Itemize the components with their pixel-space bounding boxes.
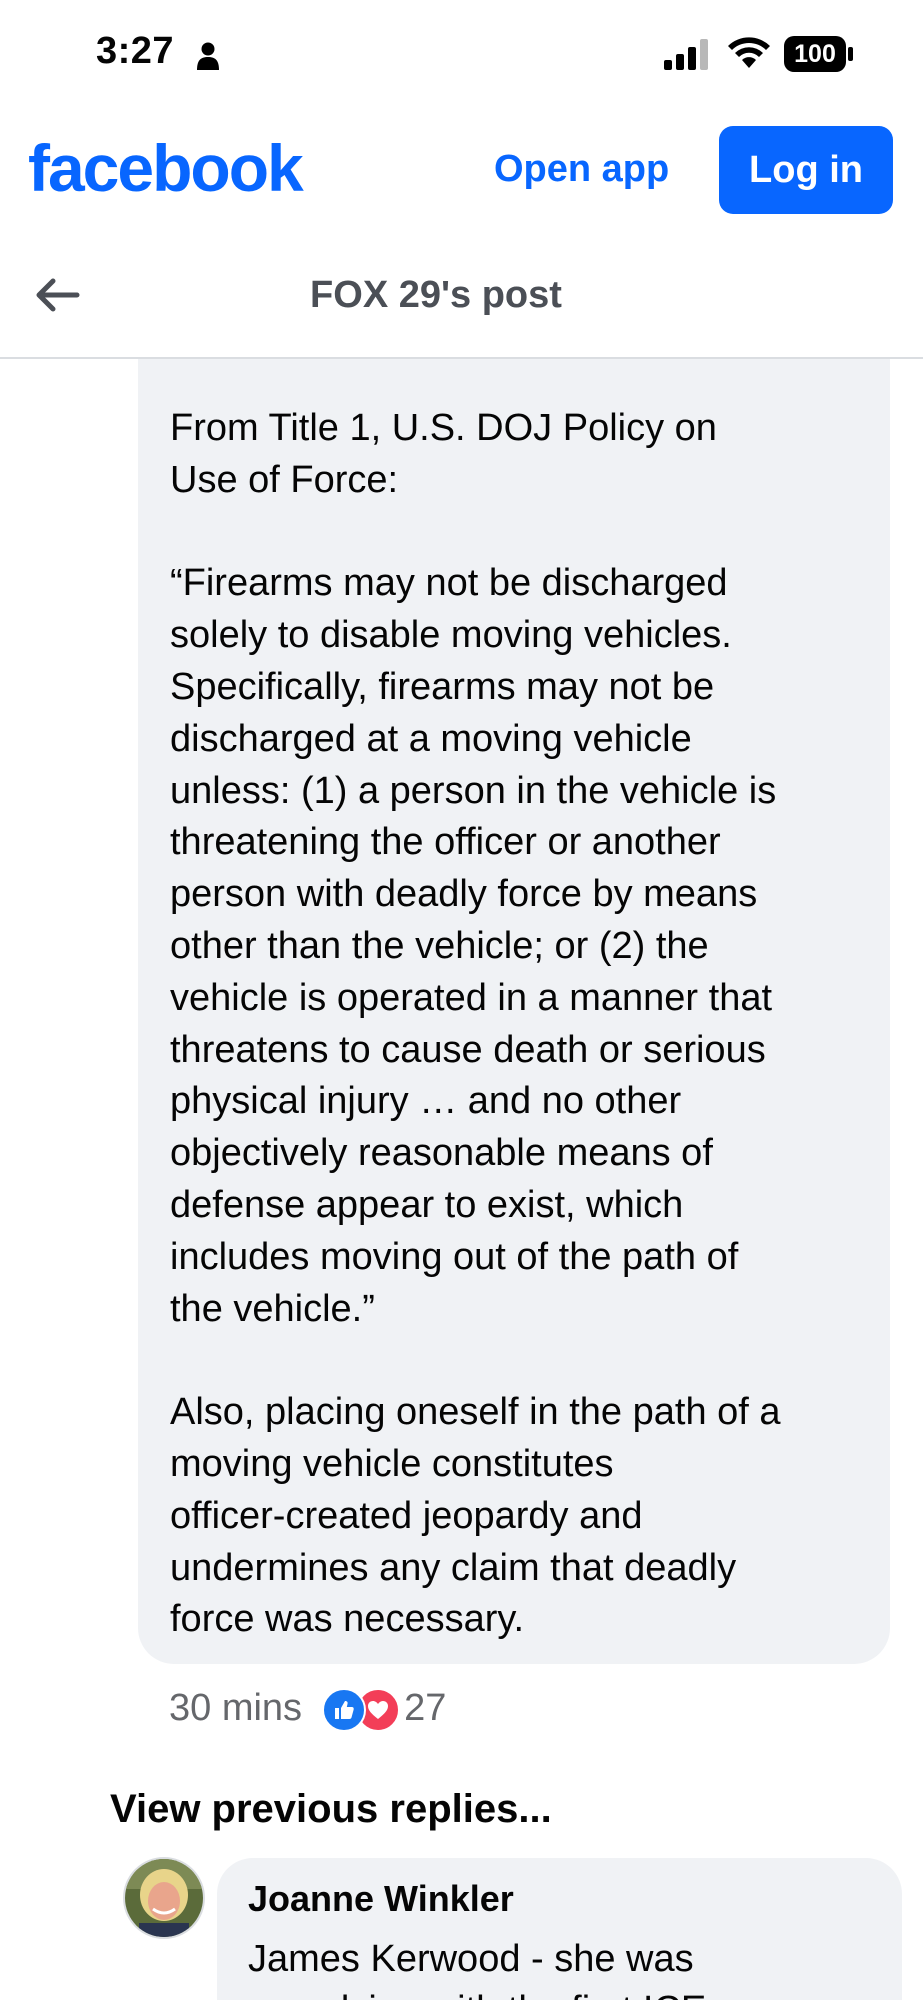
reply-text: James Kerwood - she was complying with t… [248,1934,878,2000]
open-app-link[interactable]: Open app [494,148,669,191]
status-bar: 3:27 100 [0,0,923,110]
reply-author[interactable]: Joanne Winkler [248,1878,514,1920]
comments-section: From Title 1, U.S. DOJ Policy on Use of … [0,359,923,2000]
reply-text-content: James Kerwood - she was complying with t… [248,1938,706,2000]
signal-icon [664,39,708,70]
status-time: 3:27 [96,30,175,72]
post-nav-bar: FOX 29's post [0,230,923,359]
comment-meta: 30 mins 27 [169,1683,446,1733]
screen: 3:27 100 facebook Open app Log in FOX 29… [0,0,923,2000]
avatar[interactable] [123,1857,205,1939]
comment-text: From Title 1, U.S. DOJ Policy on Use of … [170,407,781,1641]
battery-icon: 100 [784,36,856,77]
person-icon [197,42,219,70]
comment-timestamp: 30 mins [169,1686,303,1729]
like-icon [322,1688,367,1732]
wifi-icon [728,37,770,68]
reaction-icons[interactable] [322,1686,402,1732]
view-previous-replies-link[interactable]: View previous replies... [110,1787,552,1832]
reaction-count[interactable]: 27 [404,1687,446,1730]
login-button[interactable]: Log in [719,126,893,214]
battery-level: 100 [794,40,836,68]
app-header: facebook Open app Log in [0,110,923,230]
facebook-logo[interactable]: facebook [28,130,304,206]
page-title: FOX 29's post [310,274,562,316]
